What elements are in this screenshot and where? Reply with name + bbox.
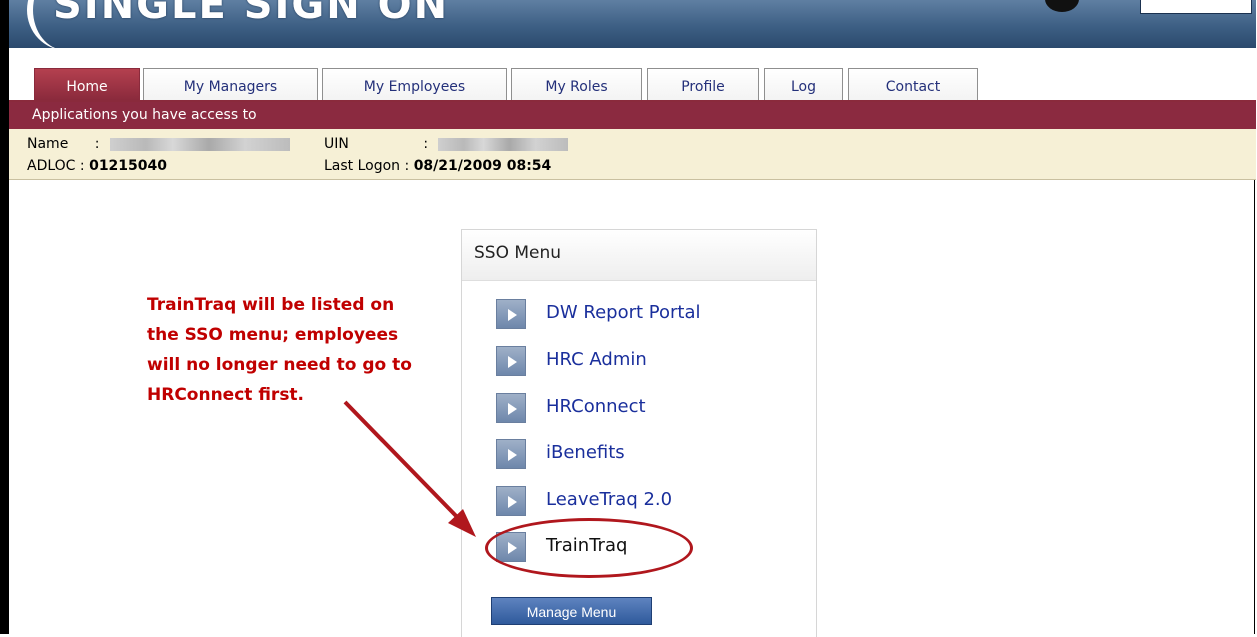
manage-menu-button[interactable]: Manage Menu: [491, 597, 652, 625]
tab-log[interactable]: Log: [764, 68, 843, 100]
tab-my-roles[interactable]: My Roles: [511, 68, 642, 100]
adloc-value: 01215040: [89, 158, 168, 174]
play-arrow-icon[interactable]: [496, 532, 526, 562]
menu-item-label[interactable]: HRC Admin: [546, 349, 647, 370]
uin-separator: :: [423, 136, 429, 152]
adloc-label: ADLOC: [27, 158, 76, 174]
tab-my-managers[interactable]: My Managers: [143, 68, 318, 100]
name-separator: :: [94, 136, 100, 152]
last-logon-label: Last Logon: [324, 158, 401, 174]
tab-bar: Home My Managers My Employees My Roles P…: [9, 48, 1256, 102]
tab-home[interactable]: Home: [34, 68, 140, 100]
last-logon-row: Last Logon : 08/21/2009 08:54: [324, 158, 551, 174]
name-row: Name :: [27, 136, 290, 152]
redacted-name: [109, 137, 290, 151]
uin-row: UIN :: [324, 136, 569, 152]
menu-item-label[interactable]: LeaveTraq 2.0: [546, 489, 672, 510]
menu-item-ibenefits[interactable]: iBenefits: [496, 439, 796, 469]
menu-item-label[interactable]: HRConnect: [546, 396, 646, 417]
section-header: Applications you have access to: [9, 102, 1256, 129]
sso-menu-title: SSO Menu: [462, 230, 816, 281]
header-search-box[interactable]: [1140, 0, 1252, 14]
last-logon-separator: :: [404, 158, 410, 174]
name-label: Name: [27, 136, 69, 152]
app-logo: SINGLE SIGN ON: [53, 0, 450, 28]
annotation-callout: TrainTraq will be listed on the SSO menu…: [147, 290, 477, 410]
tab-profile[interactable]: Profile: [647, 68, 759, 100]
annotation-line: the SSO menu; employees: [147, 325, 399, 345]
play-arrow-icon[interactable]: [496, 439, 526, 469]
menu-item-hrconnect[interactable]: HRConnect: [496, 393, 796, 423]
tab-my-employees[interactable]: My Employees: [322, 68, 507, 100]
user-info-bar: Name : ADLOC : 01215040 UIN : Last Logon…: [9, 129, 1256, 180]
play-arrow-icon[interactable]: [496, 393, 526, 423]
annotation-line: HRConnect first.: [147, 385, 305, 405]
menu-item-dw-report-portal[interactable]: DW Report Portal: [496, 299, 796, 329]
menu-item-leavetraq[interactable]: LeaveTraq 2.0: [496, 486, 796, 516]
tab-contact[interactable]: Contact: [848, 68, 978, 100]
menu-item-label[interactable]: DW Report Portal: [546, 302, 701, 323]
annotation-line: TrainTraq will be listed on: [147, 295, 395, 315]
menu-item-label[interactable]: iBenefits: [546, 442, 625, 463]
play-arrow-icon[interactable]: [496, 299, 526, 329]
play-arrow-icon[interactable]: [496, 346, 526, 376]
menu-item-traintraq[interactable]: TrainTraq: [496, 532, 796, 562]
menu-item-label[interactable]: TrainTraq: [546, 535, 627, 556]
last-logon-value: 08/21/2009 08:54: [413, 158, 552, 174]
redacted-uin: [438, 137, 569, 151]
adloc-separator: :: [79, 158, 85, 174]
adloc-row: ADLOC : 01215040: [27, 158, 167, 174]
menu-item-hrc-admin[interactable]: HRC Admin: [496, 346, 796, 376]
globe-icon: [1045, 0, 1079, 12]
uin-label: UIN: [324, 136, 349, 152]
play-arrow-icon[interactable]: [496, 486, 526, 516]
annotation-line: will no longer need to go to: [147, 355, 412, 375]
sso-menu-panel: SSO Menu DW Report Portal HRC Admin HRCo…: [461, 229, 817, 637]
header-banner: SINGLE SIGN ON: [9, 0, 1256, 48]
